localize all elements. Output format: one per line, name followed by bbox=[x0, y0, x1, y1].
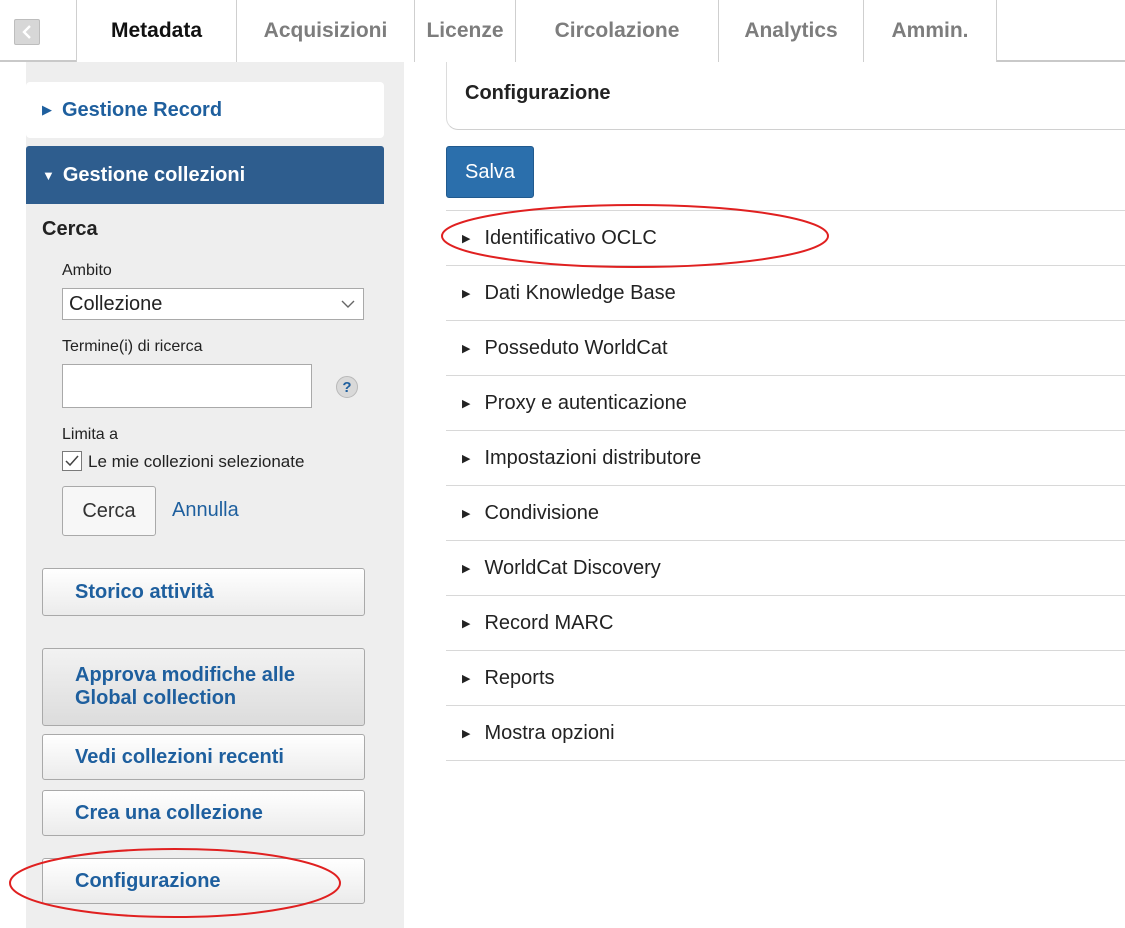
config-section-row[interactable]: ▶ WorldCat Discovery bbox=[446, 541, 1125, 596]
config-section-row[interactable]: ▶ Posseduto WorldCat bbox=[446, 321, 1125, 376]
triangle-right-icon: ▶ bbox=[462, 452, 471, 465]
triangle-right-icon: ▶ bbox=[462, 562, 471, 575]
scope-select[interactable]: Collezione bbox=[62, 288, 364, 320]
tab-acquisizioni[interactable]: Acquisizioni bbox=[236, 0, 414, 62]
configuration-sections: ▶ Identificativo OCLC ▶ Dati Knowledge Base… bbox=[446, 210, 1125, 761]
search-button[interactable]: Cerca bbox=[62, 486, 156, 536]
create-collection-button[interactable]: Crea una collezione bbox=[42, 790, 365, 836]
config-section-label: Identificativo OCLC bbox=[484, 226, 657, 249]
config-section-row[interactable]: ▶ Reports bbox=[446, 651, 1125, 706]
save-button[interactable]: Salva bbox=[446, 146, 534, 198]
config-section-label: Record MARC bbox=[484, 611, 614, 634]
chevron-down-icon bbox=[341, 300, 355, 308]
tab-analytics[interactable]: Analytics bbox=[718, 0, 863, 62]
triangle-right-icon: ▶ bbox=[462, 397, 471, 410]
limit-label: Limita a bbox=[62, 426, 119, 443]
config-section-label: Reports bbox=[484, 666, 555, 689]
search-terms-input[interactable] bbox=[62, 364, 312, 408]
config-section-label: Condivisione bbox=[484, 501, 599, 524]
triangle-right-icon: ▶ bbox=[462, 672, 471, 685]
triangle-right-icon: ▶ bbox=[42, 102, 52, 117]
config-section-row[interactable]: ▶ Record MARC bbox=[446, 596, 1125, 651]
page-title: Configurazione bbox=[446, 62, 1125, 130]
config-section-row[interactable]: ▶ Mostra opzioni bbox=[446, 706, 1125, 761]
gestione-collezioni-label: Gestione collezioni bbox=[62, 163, 246, 186]
gestione-collezioni-panel[interactable]: ▼ Gestione collezioni bbox=[26, 146, 384, 204]
collapse-left-icon bbox=[22, 25, 31, 39]
config-section-label: Impostazioni distributore bbox=[484, 446, 702, 469]
gestione-record-panel[interactable]: ▶ Gestione Record bbox=[26, 82, 384, 138]
triangle-right-icon: ▶ bbox=[462, 507, 471, 520]
activity-history-label: Storico attività bbox=[75, 580, 214, 603]
approve-label-line1: Approva modifiche alle bbox=[75, 664, 296, 686]
triangle-right-icon: ▶ bbox=[462, 727, 471, 740]
tab-metadata[interactable]: Metadata bbox=[76, 0, 236, 62]
activity-history-button[interactable]: Storico attività bbox=[42, 568, 365, 616]
triangle-right-icon: ▶ bbox=[462, 342, 471, 355]
collapse-sidebar-button[interactable] bbox=[14, 19, 40, 45]
create-collection-label: Crea una collezione bbox=[75, 801, 263, 824]
config-section-row[interactable]: ▶ Identificativo OCLC bbox=[446, 211, 1125, 266]
approve-global-changes-button[interactable]: Approva modifiche alle Global collection bbox=[42, 648, 365, 726]
my-collections-label: Le mie collezioni selezionate bbox=[88, 452, 305, 471]
config-section-row[interactable]: ▶ Impostazioni distributore bbox=[446, 431, 1125, 486]
config-section-label: Posseduto WorldCat bbox=[484, 336, 668, 359]
search-section-title: Cerca bbox=[42, 218, 98, 240]
recent-collections-button[interactable]: Vedi collezioni recenti bbox=[42, 734, 365, 780]
tab-licenze[interactable]: Licenze bbox=[414, 0, 515, 62]
config-section-label: WorldCat Discovery bbox=[484, 556, 661, 579]
triangle-right-icon: ▶ bbox=[462, 617, 471, 630]
config-section-label: Proxy e autenticazione bbox=[484, 391, 687, 414]
config-section-row[interactable]: ▶ Dati Knowledge Base bbox=[446, 266, 1125, 321]
help-icon[interactable]: ? bbox=[336, 376, 358, 398]
tab-ammin[interactable]: Ammin. bbox=[863, 0, 997, 62]
scope-select-value: Collezione bbox=[69, 292, 163, 315]
cancel-link[interactable]: Annulla bbox=[172, 499, 239, 522]
tab-circolazione[interactable]: Circolazione bbox=[515, 0, 718, 62]
config-section-label: Dati Knowledge Base bbox=[484, 281, 676, 304]
config-section-label: Mostra opzioni bbox=[484, 721, 615, 744]
configuration-label: Configurazione bbox=[75, 869, 221, 892]
sidebar: ▶ Gestione Record ▼ Gestione collezioni … bbox=[26, 62, 404, 928]
checkmark-icon bbox=[65, 455, 79, 467]
triangle-right-icon: ▶ bbox=[462, 287, 471, 300]
approve-label-line2: Global collection bbox=[75, 687, 237, 709]
scope-label: Ambito bbox=[62, 262, 112, 279]
configuration-button[interactable]: Configurazione bbox=[42, 858, 365, 904]
search-terms-label: Termine(i) di ricerca bbox=[62, 338, 203, 355]
recent-collections-label: Vedi collezioni recenti bbox=[75, 745, 284, 768]
config-section-row[interactable]: ▶ Condivisione bbox=[446, 486, 1125, 541]
triangle-right-icon: ▶ bbox=[462, 232, 471, 245]
triangle-down-icon: ▼ bbox=[42, 167, 55, 183]
my-collections-checkbox[interactable] bbox=[62, 451, 82, 471]
top-navigation: Metadata Acquisizioni Licenze Circolazione A… bbox=[0, 0, 1125, 62]
config-section-row[interactable]: ▶ Proxy e autenticazione bbox=[446, 376, 1125, 431]
gestione-record-label: Gestione Record bbox=[62, 98, 223, 121]
tab-strip: Metadata Acquisizioni Licenze Circolazione A… bbox=[76, 0, 997, 62]
